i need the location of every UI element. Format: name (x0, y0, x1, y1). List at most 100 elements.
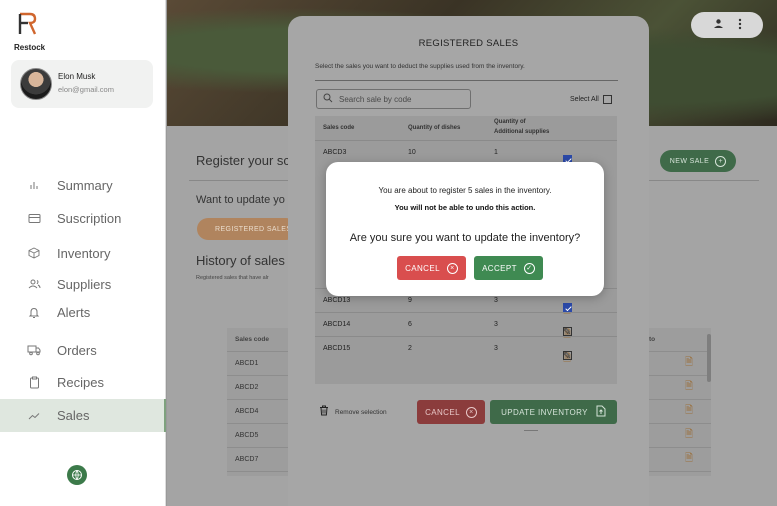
table-row[interactable]: ABCD15 2 3 🗎 ✎ (315, 336, 617, 364)
panel-title: REGISTERED SALES (418, 38, 519, 49)
header-dishes: Quantity of dishes (408, 125, 461, 131)
cell-code: ABCD7 (235, 456, 259, 463)
sidebar-item-recipes[interactable]: Recipes (0, 367, 166, 397)
remove-selection-label: Remove selection (335, 408, 387, 416)
sidebar-item-summary[interactable]: Summary (0, 170, 166, 200)
confirm-dialog: You are about to register 5 sales in the… (326, 162, 604, 296)
row-checkbox[interactable] (563, 303, 572, 312)
document-icon[interactable]: 🗎 (685, 451, 693, 468)
sidebar-item-suscription[interactable]: Suscription (0, 203, 166, 233)
dialog-cancel-button[interactable]: CANCEL × (397, 256, 466, 280)
user-icon[interactable] (713, 18, 724, 32)
sidebar-item-label: Orders (57, 342, 97, 358)
dialog-message: You are about to register 5 sales in the… (378, 186, 552, 195)
cancel-label: CANCEL (405, 263, 440, 273)
sidebar-item-sales[interactable]: Sales (0, 399, 166, 432)
header-additional-line1: Quantity of (494, 119, 526, 125)
row-checkbox[interactable] (563, 327, 572, 336)
card-icon (27, 211, 41, 225)
cell-additional: 3 (494, 297, 498, 304)
cell-code: ABCD3 (323, 149, 347, 156)
header-sales-code: Sales code (235, 336, 269, 343)
cell-dishes: 6 (408, 321, 412, 328)
sidebar-item-label: Inventory (57, 245, 111, 261)
language-globe-icon[interactable] (67, 465, 87, 485)
update-question: Want to update yo (196, 194, 285, 206)
trend-icon (27, 409, 41, 423)
document-icon[interactable]: 🗎 (685, 355, 693, 372)
cancel-label: CANCEL (425, 407, 460, 417)
registered-sales-button[interactable]: REGISTERED SALES (197, 218, 297, 240)
cell-code: ABCD14 (323, 321, 351, 328)
search-icon (323, 93, 333, 106)
plus-circle-icon: + (715, 155, 727, 167)
sidebar-item-inventory[interactable]: Inventory (0, 238, 166, 268)
cell-additional: 1 (494, 149, 498, 156)
sidebar-item-label: Sales (57, 408, 90, 423)
row-checkbox[interactable] (563, 351, 572, 360)
sidebar-item-label: Alerts (57, 304, 91, 320)
header-right: to (649, 336, 656, 343)
profile-name: Elon Musk (58, 72, 96, 81)
new-sale-button[interactable]: NEW SALE + (660, 150, 736, 172)
dialog-accept-button[interactable]: ACCEPT ✓ (474, 256, 543, 280)
profile-card[interactable]: Elon Musk elon@gmail.com (11, 60, 153, 108)
bell-icon (27, 305, 41, 319)
document-icon[interactable]: 🗎 (685, 379, 693, 396)
history-subtitle: Registered sales that have alr (196, 275, 269, 281)
cell-code: ABCD4 (235, 408, 259, 415)
header-sales-code: Sales code (323, 125, 355, 131)
cell-additional: 3 (494, 321, 498, 328)
box-icon (27, 246, 41, 260)
register-title: Register your sc (196, 153, 290, 168)
clipboard-icon (27, 375, 41, 389)
history-title: History of sales (196, 253, 285, 268)
sidebar-item-label: Suscription (57, 210, 122, 226)
row-actions: 🗎 ✎ (563, 295, 572, 316)
truck-icon (27, 343, 41, 357)
divider (637, 180, 759, 181)
close-circle-icon: × (465, 406, 477, 418)
cell-dishes: 10 (408, 149, 416, 156)
update-inventory-label: UPDATE INVENTORY (501, 407, 588, 417)
cell-dishes: 2 (408, 345, 412, 352)
accept-label: ACCEPT (482, 263, 517, 273)
search-placeholder: Search sale by code (339, 94, 412, 104)
sidebar-item-label: Summary (57, 177, 113, 193)
document-icon[interactable]: 🗎 (685, 403, 693, 420)
cell-code: ABCD2 (235, 384, 259, 391)
restock-logo-icon (18, 12, 37, 35)
search-input[interactable]: Search sale by code (316, 89, 471, 109)
divider (524, 430, 538, 431)
more-vertical-icon[interactable] (738, 18, 742, 33)
remove-selection-button[interactable]: Remove selection (319, 405, 387, 419)
scrollbar[interactable] (707, 334, 711, 382)
cell-code: ABCD5 (235, 432, 259, 439)
brand-logo[interactable]: Restock (14, 12, 54, 52)
cell-additional: 3 (494, 345, 498, 352)
sidebar-item-suppliers[interactable]: Suppliers (0, 269, 166, 299)
user-menu[interactable] (691, 12, 763, 38)
profile-email: elon@gmail.com (58, 85, 114, 94)
dialog-warning: You will not be able to undo this action… (394, 203, 536, 212)
close-circle-icon: × (446, 262, 458, 274)
file-upload-icon (596, 405, 606, 419)
sidebar-item-label: Suppliers (57, 276, 112, 292)
new-sale-label: NEW SALE (669, 157, 710, 165)
sidebar-item-alerts[interactable]: Alerts (0, 297, 166, 327)
row-actions: 🗎 ✎ (563, 147, 572, 168)
cell-code: ABCD15 (323, 345, 351, 352)
table-row[interactable]: ABCD3 10 1 🗎 ✎ (315, 140, 617, 168)
users-icon (27, 277, 41, 291)
select-all-toggle[interactable]: Select All (570, 95, 612, 104)
table-header: Sales code Quantity of dishes Quantity o… (315, 116, 617, 140)
panel-cancel-button[interactable]: CANCEL × (417, 400, 485, 424)
update-inventory-button[interactable]: UPDATE INVENTORY (490, 400, 617, 424)
sidebar-item-orders[interactable]: Orders (0, 335, 166, 365)
select-all-checkbox[interactable] (602, 95, 612, 104)
panel-subtitle: Select the sales you want to deduct the … (315, 63, 525, 70)
document-icon[interactable]: 🗎 (685, 427, 693, 444)
check-circle-icon: ✓ (523, 262, 535, 274)
sidebar: Restock Elon Musk elon@gmail.com Summary… (0, 0, 166, 506)
table-row[interactable]: ABCD14 6 3 🗎 ✎ (315, 312, 617, 340)
